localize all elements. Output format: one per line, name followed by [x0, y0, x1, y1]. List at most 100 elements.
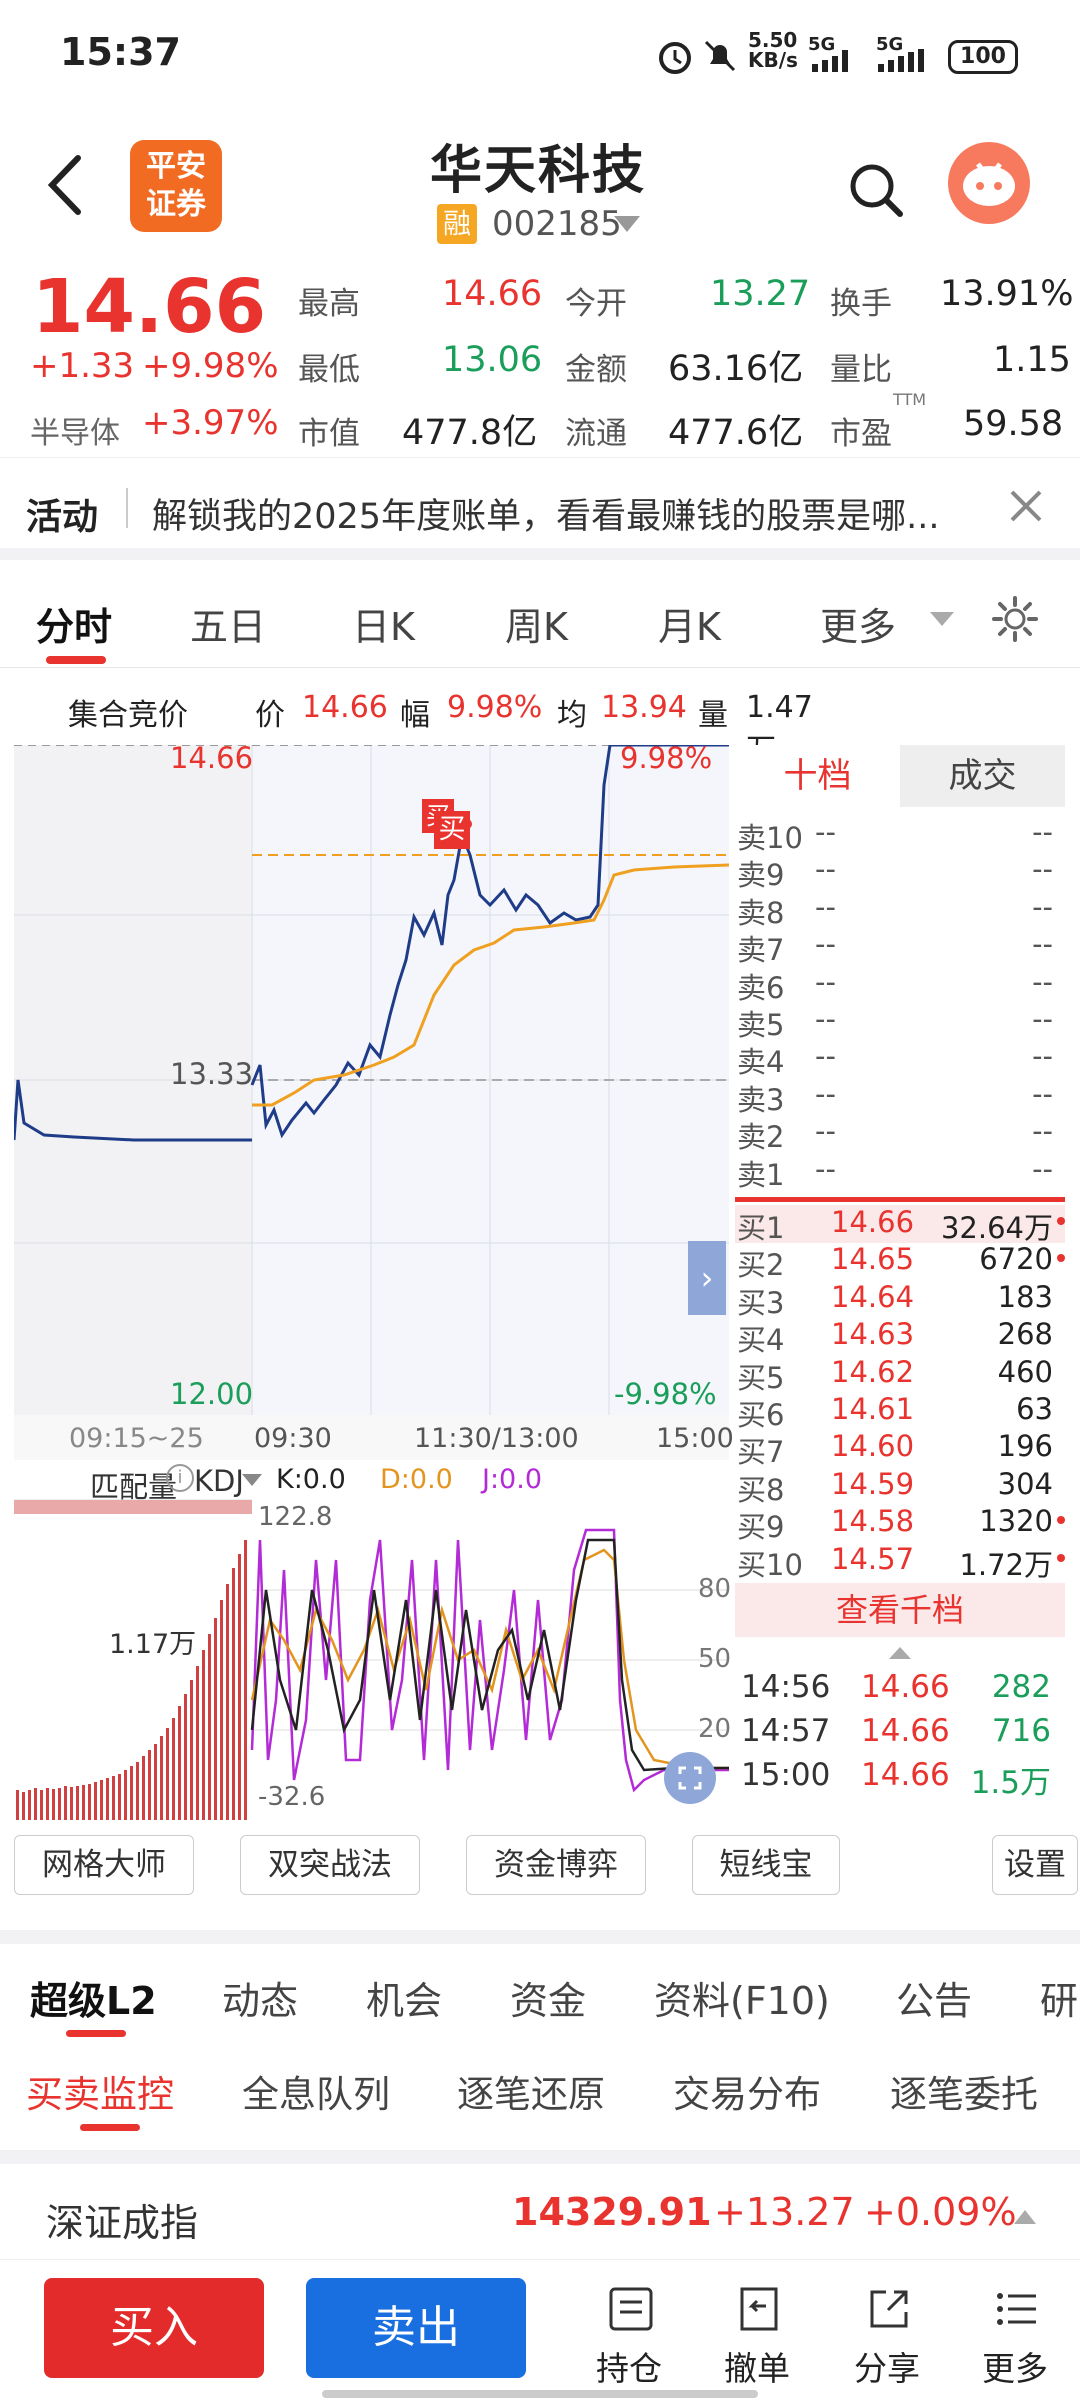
trade-row: 14:57 14.66 716: [735, 1713, 1065, 1750]
ask-volume: --: [1032, 1114, 1053, 1149]
ask-row[interactable]: 卖7 -- --: [735, 927, 1065, 967]
short-line-button[interactable]: 短线宝: [692, 1835, 840, 1895]
fullscreen-icon[interactable]: [664, 1752, 716, 1804]
tab-tick-orders[interactable]: 逐笔委托: [890, 2064, 1038, 2118]
more-dropdown-icon[interactable]: [928, 610, 956, 628]
ask-volume: --: [1032, 815, 1053, 849]
ask-row[interactable]: 卖3 -- --: [735, 1077, 1065, 1117]
trade-price: 14.66: [861, 1713, 950, 1749]
tab-f10[interactable]: 资料(F10): [654, 1970, 830, 2025]
ask-level-label: 卖4: [737, 1045, 785, 1080]
tab-research[interactable]: 研: [1040, 1970, 1078, 2025]
tab-daily-k[interactable]: 日K: [352, 596, 415, 651]
index-change: +13.27: [714, 2190, 855, 2234]
cancel-order-icon[interactable]: [734, 2284, 784, 2334]
holdings-label[interactable]: 持仓: [596, 2342, 662, 2390]
grid-master-button[interactable]: 网格大师: [14, 1835, 194, 1895]
ask-row[interactable]: 卖2 -- --: [735, 1114, 1065, 1154]
bid-level-label: 买8: [737, 1472, 785, 1507]
search-icon[interactable]: [846, 160, 906, 220]
back-arrow-icon[interactable]: [40, 150, 90, 220]
index-expand-icon[interactable]: [1012, 2208, 1038, 2226]
index-ticker[interactable]: 深证成指 14329.91 +13.27 +0.09%: [0, 2150, 1080, 2260]
tab-full-queue[interactable]: 全息队列: [242, 2064, 390, 2118]
ask-row[interactable]: 卖5 -- --: [735, 1002, 1065, 1042]
intraday-chart[interactable]: 14.66 9.98% 13.33 12.00 -9.98% 买 买 ›: [12, 741, 730, 1415]
ask-price: --: [815, 964, 836, 999]
bid-row[interactable]: 买10 14.57 1.72万: [735, 1542, 1065, 1582]
bid-row[interactable]: 买8 14.59 304: [735, 1467, 1065, 1507]
ask-row[interactable]: 卖6 -- --: [735, 964, 1065, 1005]
ask-level-label: 卖8: [737, 895, 785, 930]
expand-orderbook-handle[interactable]: ›: [688, 1241, 726, 1315]
tab-trade-monitor[interactable]: 买卖监控: [26, 2064, 174, 2118]
tab-intraday[interactable]: 分时: [36, 596, 112, 651]
amount-value: 63.16亿: [668, 349, 804, 389]
close-icon[interactable]: [1006, 486, 1046, 526]
kdj-k-value: K:0.0: [276, 1464, 346, 1495]
more-menu-icon[interactable]: [992, 2284, 1042, 2334]
bid-row[interactable]: 买6 14.61 63: [735, 1392, 1065, 1432]
buy-marker[interactable]: 买: [434, 811, 470, 849]
active-tab-indicator: [46, 656, 106, 664]
pe-value: 59.58: [963, 404, 1064, 444]
kdj-level-80: 80: [698, 1574, 732, 1604]
sell-button[interactable]: 卖出: [306, 2278, 526, 2378]
kdj-indicator[interactable]: 匹配量 i KDJ K:0.0 D:0.0 J:0.0 122.8 1.17万 …: [14, 1460, 732, 1820]
bid-row[interactable]: 买7 14.60 196: [735, 1429, 1065, 1469]
bid-price: 14.65: [831, 1242, 915, 1277]
ask-row[interactable]: 卖8 -- --: [735, 890, 1065, 930]
tab-ten-level[interactable]: 十档: [735, 745, 900, 807]
bottom-action-bar: 买入 卖出 持仓 撤单 分享 更多: [0, 2260, 1080, 2400]
bid-row[interactable]: 买2 14.65 6720: [735, 1242, 1065, 1282]
tab-dynamics[interactable]: 动态: [222, 1970, 298, 2025]
ask-row[interactable]: 卖1 -- --: [735, 1152, 1065, 1192]
tab-tick-restore[interactable]: 逐笔还原: [457, 2064, 605, 2118]
bid-row[interactable]: 买5 14.62 460: [735, 1355, 1065, 1395]
buy-button[interactable]: 买入: [44, 2278, 264, 2378]
tab-announcement[interactable]: 公告: [896, 1970, 972, 2025]
double-breakout-button[interactable]: 双突战法: [240, 1835, 420, 1895]
margin-badge: 融: [437, 204, 477, 244]
kdj-label[interactable]: KDJ: [194, 1464, 244, 1498]
chevron-down-icon[interactable]: [612, 214, 642, 234]
more-label[interactable]: 更多: [982, 2342, 1048, 2390]
bid-row[interactable]: 买3 14.64 183: [735, 1280, 1065, 1320]
stat-vol-label: 量: [698, 698, 728, 733]
tab-monthly-k[interactable]: 月K: [658, 596, 721, 651]
tab-weekly-k[interactable]: 周K: [505, 596, 568, 651]
settings-button[interactable]: 设置: [992, 1835, 1078, 1895]
activity-text[interactable]: 解锁我的2025年度账单，看看最赚钱的股票是哪...: [152, 488, 1012, 539]
fund-game-button[interactable]: 资金博弈: [466, 1835, 646, 1895]
intraday-stats: 集合竞价 价 14.66 幅 9.98% 均 13.94 量 1.47万: [0, 680, 813, 768]
assistant-avatar[interactable]: [948, 142, 1030, 224]
info-icon[interactable]: i: [166, 1464, 194, 1492]
holdings-icon[interactable]: [606, 2284, 656, 2334]
home-indicator[interactable]: [322, 2390, 758, 2398]
bid-row[interactable]: 买4 14.63 268: [735, 1317, 1065, 1357]
mcap-value: 477.8亿: [402, 413, 538, 453]
tab-more[interactable]: 更多: [820, 596, 896, 651]
tab-opportunity[interactable]: 机会: [366, 1970, 442, 2025]
settings-gear-icon[interactable]: [990, 594, 1040, 644]
ask-row[interactable]: 卖4 -- --: [735, 1039, 1065, 1079]
kdj-dropdown-icon[interactable]: [240, 1472, 264, 1488]
tab-trades[interactable]: 成交: [900, 745, 1065, 807]
cancel-order-label[interactable]: 撤单: [724, 2342, 790, 2390]
expand-up-icon[interactable]: [887, 1645, 913, 1661]
tab-funds[interactable]: 资金: [510, 1970, 586, 2025]
activity-banner[interactable]: 活动 解锁我的2025年度账单，看看最赚钱的股票是哪...: [0, 460, 1080, 560]
ask-row[interactable]: 卖9 -- --: [735, 852, 1065, 892]
bid-row[interactable]: 买1 14.66 32.64万: [735, 1205, 1065, 1245]
ask-row[interactable]: 卖10 -- --: [735, 815, 1065, 855]
tab-super-l2[interactable]: 超级L2: [30, 1970, 157, 2025]
bid-row[interactable]: 买9 14.58 1320: [735, 1504, 1065, 1544]
bid-volume: 63: [1016, 1392, 1053, 1426]
ask-price: --: [815, 1002, 836, 1036]
share-label[interactable]: 分享: [854, 2342, 920, 2390]
tab-five-day[interactable]: 五日: [190, 596, 266, 651]
share-icon[interactable]: [864, 2284, 914, 2334]
tab-trade-distribution[interactable]: 交易分布: [673, 2064, 821, 2118]
view-thousand-levels-button[interactable]: 查看千档: [735, 1583, 1065, 1637]
auction-label: 集合竞价: [68, 698, 188, 733]
